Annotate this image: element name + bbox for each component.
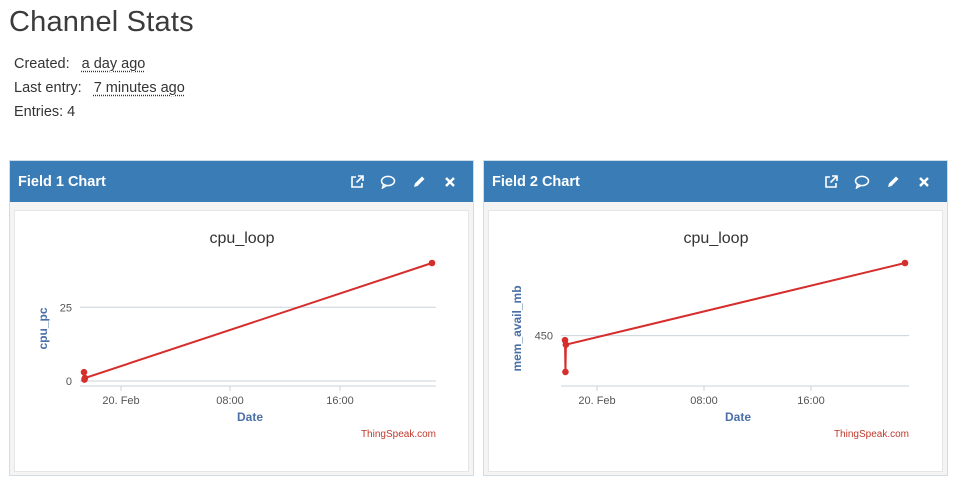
created-row: Created: a day ago xyxy=(14,52,185,76)
comment-icon[interactable] xyxy=(379,173,397,191)
x-tick-label: 08:00 xyxy=(690,395,718,407)
close-icon[interactable] xyxy=(915,173,933,191)
y-axis-title: cpu_pc xyxy=(36,307,50,349)
last-entry-value: 7 minutes ago xyxy=(93,80,185,96)
page-title: Channel Stats xyxy=(9,6,194,38)
x-axis-title: Date xyxy=(725,410,751,424)
panel-title: Field 2 Chart xyxy=(492,173,580,190)
comment-icon[interactable] xyxy=(853,173,871,191)
entries-row: Entries: 4 xyxy=(14,100,185,124)
chart-title: cpu_loop xyxy=(210,230,275,247)
series-line xyxy=(83,262,433,380)
created-value: a day ago xyxy=(81,56,146,72)
credit-label: ThingSpeak.com xyxy=(834,429,909,440)
x-axis-title: Date xyxy=(237,410,263,424)
field-1-chart: cpu_loop 0 25 20. Feb 08:00 16:00 Date cpu_pc Th… xyxy=(36,230,436,440)
series-line xyxy=(564,262,906,372)
panel-tools xyxy=(822,161,933,202)
x-tick-label: 20. Feb xyxy=(102,395,139,407)
close-icon[interactable] xyxy=(441,173,459,191)
pencil-icon[interactable] xyxy=(410,173,428,191)
last-entry-label: Last entry: xyxy=(14,80,82,96)
channel-stats: Created: a day ago Last entry: 7 minutes… xyxy=(14,52,185,124)
created-label: Created: xyxy=(14,56,70,72)
field-1-chart-panel: Field 1 Chart cpu_loop 0 25 20. Feb 08:00 16:… xyxy=(9,160,474,476)
y-tick-label: 0 xyxy=(66,376,72,388)
x-tick-label: 16:00 xyxy=(797,395,825,407)
y-tick-label: 450 xyxy=(535,331,553,343)
panel-tools xyxy=(348,161,459,202)
chart-area: cpu_loop 450 20. Feb 08:00 16:00 Date mem_avai… xyxy=(488,210,943,472)
credit-label: ThingSpeak.com xyxy=(361,429,436,440)
y-tick-label: 25 xyxy=(60,302,72,314)
data-point xyxy=(562,341,570,348)
chart-title: cpu_loop xyxy=(684,230,749,247)
data-point xyxy=(901,259,909,267)
x-tick-label: 20. Feb xyxy=(578,395,615,407)
external-link-icon[interactable] xyxy=(822,173,840,191)
data-point xyxy=(428,259,436,267)
field-2-chart: cpu_loop 450 20. Feb 08:00 16:00 Date mem_avai… xyxy=(510,230,909,440)
panel-title: Field 1 Chart xyxy=(18,173,106,190)
data-point xyxy=(81,374,89,382)
entries-label: Entries: 4 xyxy=(14,104,76,120)
data-point xyxy=(80,368,88,376)
field-2-chart-panel: Field 2 Chart cpu_loop 450 20. Feb 08:00 16:… xyxy=(483,160,948,476)
external-link-icon[interactable] xyxy=(348,173,366,191)
panel-header: Field 1 Chart xyxy=(10,161,473,202)
x-tick-label: 08:00 xyxy=(216,395,244,407)
y-axis-title: mem_avail_mb xyxy=(510,285,524,371)
chart-area: cpu_loop 0 25 20. Feb 08:00 16:00 Date cpu_pc Th… xyxy=(14,210,469,472)
data-point xyxy=(562,368,569,376)
pencil-icon[interactable] xyxy=(884,173,902,191)
last-entry-row: Last entry: 7 minutes ago xyxy=(14,76,185,100)
x-tick-label: 16:00 xyxy=(326,395,354,407)
panel-header: Field 2 Chart xyxy=(484,161,947,202)
